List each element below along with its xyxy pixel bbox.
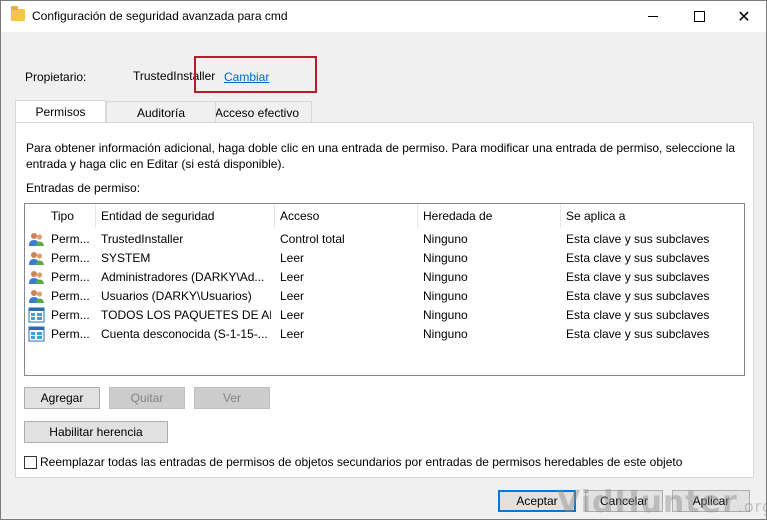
maximize-button[interactable]	[676, 1, 722, 32]
cell-tipo: Perm...	[51, 232, 90, 246]
cell-entidad: TrustedInstaller	[101, 232, 184, 246]
minimize-icon	[648, 16, 658, 17]
cell-heredada: Ninguno	[423, 289, 468, 303]
users-icon	[28, 231, 45, 247]
cell-entidad: TODOS LOS PAQUETES DE AP...	[101, 308, 271, 322]
remove-button[interactable]: Quitar	[109, 387, 185, 409]
table-row[interactable]: Perm... TODOS LOS PAQUETES DE AP... Leer Ni…	[25, 306, 744, 325]
info-text: Para obtener información adicional, haga…	[26, 141, 736, 171]
cell-entidad: Administradores (DARKY\Ad...	[101, 270, 265, 284]
cell-tipo: Perm...	[51, 327, 90, 341]
users-icon	[28, 269, 45, 285]
cell-heredada: Ninguno	[423, 308, 468, 322]
apply-button[interactable]: Aplicar	[672, 490, 750, 512]
cell-acceso: Leer	[280, 251, 305, 265]
tab-permisos[interactable]: Permisos	[15, 100, 106, 123]
cell-acceso: Leer	[280, 327, 305, 341]
replace-entries-checkbox[interactable]	[24, 455, 37, 469]
replace-entries-label: Reemplazar todas las entradas de permiso…	[40, 455, 683, 469]
maximize-icon	[693, 11, 705, 22]
column-header-heredada[interactable]: Heredada de	[418, 204, 561, 228]
column-header-aplica[interactable]: Se aplica a	[561, 204, 745, 228]
app-package-icon	[28, 307, 45, 323]
table-row[interactable]: Perm... TrustedInstaller Control total Ning…	[25, 230, 744, 249]
permissions-panel: Para obtener información adicional, haga…	[15, 122, 754, 478]
cell-entidad: SYSTEM	[101, 251, 151, 265]
cell-acceso: Leer	[280, 308, 305, 322]
table-row[interactable]: Perm... SYSTEM Leer Ninguno Esta clave y sus…	[25, 249, 744, 268]
users-icon	[28, 288, 45, 304]
permission-entries-list[interactable]: Tipo Entidad de seguridad Acceso Heredad…	[24, 203, 745, 376]
cell-acceso: Control total	[280, 232, 345, 246]
tab-auditoria[interactable]: Auditoría	[106, 101, 216, 123]
users-icon	[28, 250, 45, 266]
cell-heredada: Ninguno	[423, 232, 468, 246]
close-icon: ✕	[737, 8, 751, 26]
cell-aplica: Esta clave y sus subclaves	[566, 232, 710, 246]
column-header-entidad[interactable]: Entidad de seguridad	[96, 204, 275, 228]
table-row[interactable]: Perm... Cuenta desconocida (S-1-15-... Lee…	[25, 325, 744, 344]
cell-heredada: Ninguno	[423, 270, 468, 284]
app-package-icon	[28, 326, 45, 342]
ok-button[interactable]: Aceptar	[498, 490, 576, 512]
highlight-box	[194, 56, 317, 93]
owner-label: Propietario:	[25, 70, 87, 84]
cell-tipo: Perm...	[51, 251, 90, 265]
view-button[interactable]: Ver	[194, 387, 270, 409]
security-dialog: Configuración de seguridad avanzada para…	[0, 0, 767, 520]
replace-entries-option[interactable]: Reemplazar todas las entradas de permiso…	[24, 455, 682, 469]
cell-aplica: Esta clave y sus subclaves	[566, 270, 710, 284]
tab-acceso-efectivo[interactable]: Acceso efectivo	[202, 101, 312, 123]
cell-aplica: Esta clave y sus subclaves	[566, 289, 710, 303]
cell-aplica: Esta clave y sus subclaves	[566, 251, 710, 265]
entries-label: Entradas de permiso:	[26, 181, 141, 195]
column-header-tipo[interactable]: Tipo	[46, 204, 96, 228]
add-button[interactable]: Agregar	[24, 387, 100, 409]
cell-tipo: Perm...	[51, 270, 90, 284]
column-header-acceso[interactable]: Acceso	[275, 204, 418, 228]
enable-inheritance-button[interactable]: Habilitar herencia	[24, 421, 168, 443]
close-button[interactable]: ✕	[721, 1, 767, 32]
folder-icon	[11, 6, 25, 21]
cancel-button[interactable]: Cancelar	[585, 490, 663, 512]
cell-acceso: Leer	[280, 289, 305, 303]
table-row[interactable]: Perm... Administradores (DARKY\Ad... Leer N…	[25, 268, 744, 287]
cell-acceso: Leer	[280, 270, 305, 284]
cell-aplica: Esta clave y sus subclaves	[566, 327, 710, 341]
cell-heredada: Ninguno	[423, 251, 468, 265]
window-title: Configuración de seguridad avanzada para…	[32, 9, 288, 23]
title-bar[interactable]: Configuración de seguridad avanzada para…	[1, 1, 766, 32]
cell-tipo: Perm...	[51, 289, 90, 303]
cell-aplica: Esta clave y sus subclaves	[566, 308, 710, 322]
table-row[interactable]: Perm... Usuarios (DARKY\Usuarios) Leer Ning…	[25, 287, 744, 306]
cell-heredada: Ninguno	[423, 327, 468, 341]
cell-entidad: Usuarios (DARKY\Usuarios)	[101, 289, 252, 303]
minimize-button[interactable]	[630, 1, 676, 32]
cell-entidad: Cuenta desconocida (S-1-15-...	[101, 327, 268, 341]
cell-tipo: Perm...	[51, 308, 90, 322]
